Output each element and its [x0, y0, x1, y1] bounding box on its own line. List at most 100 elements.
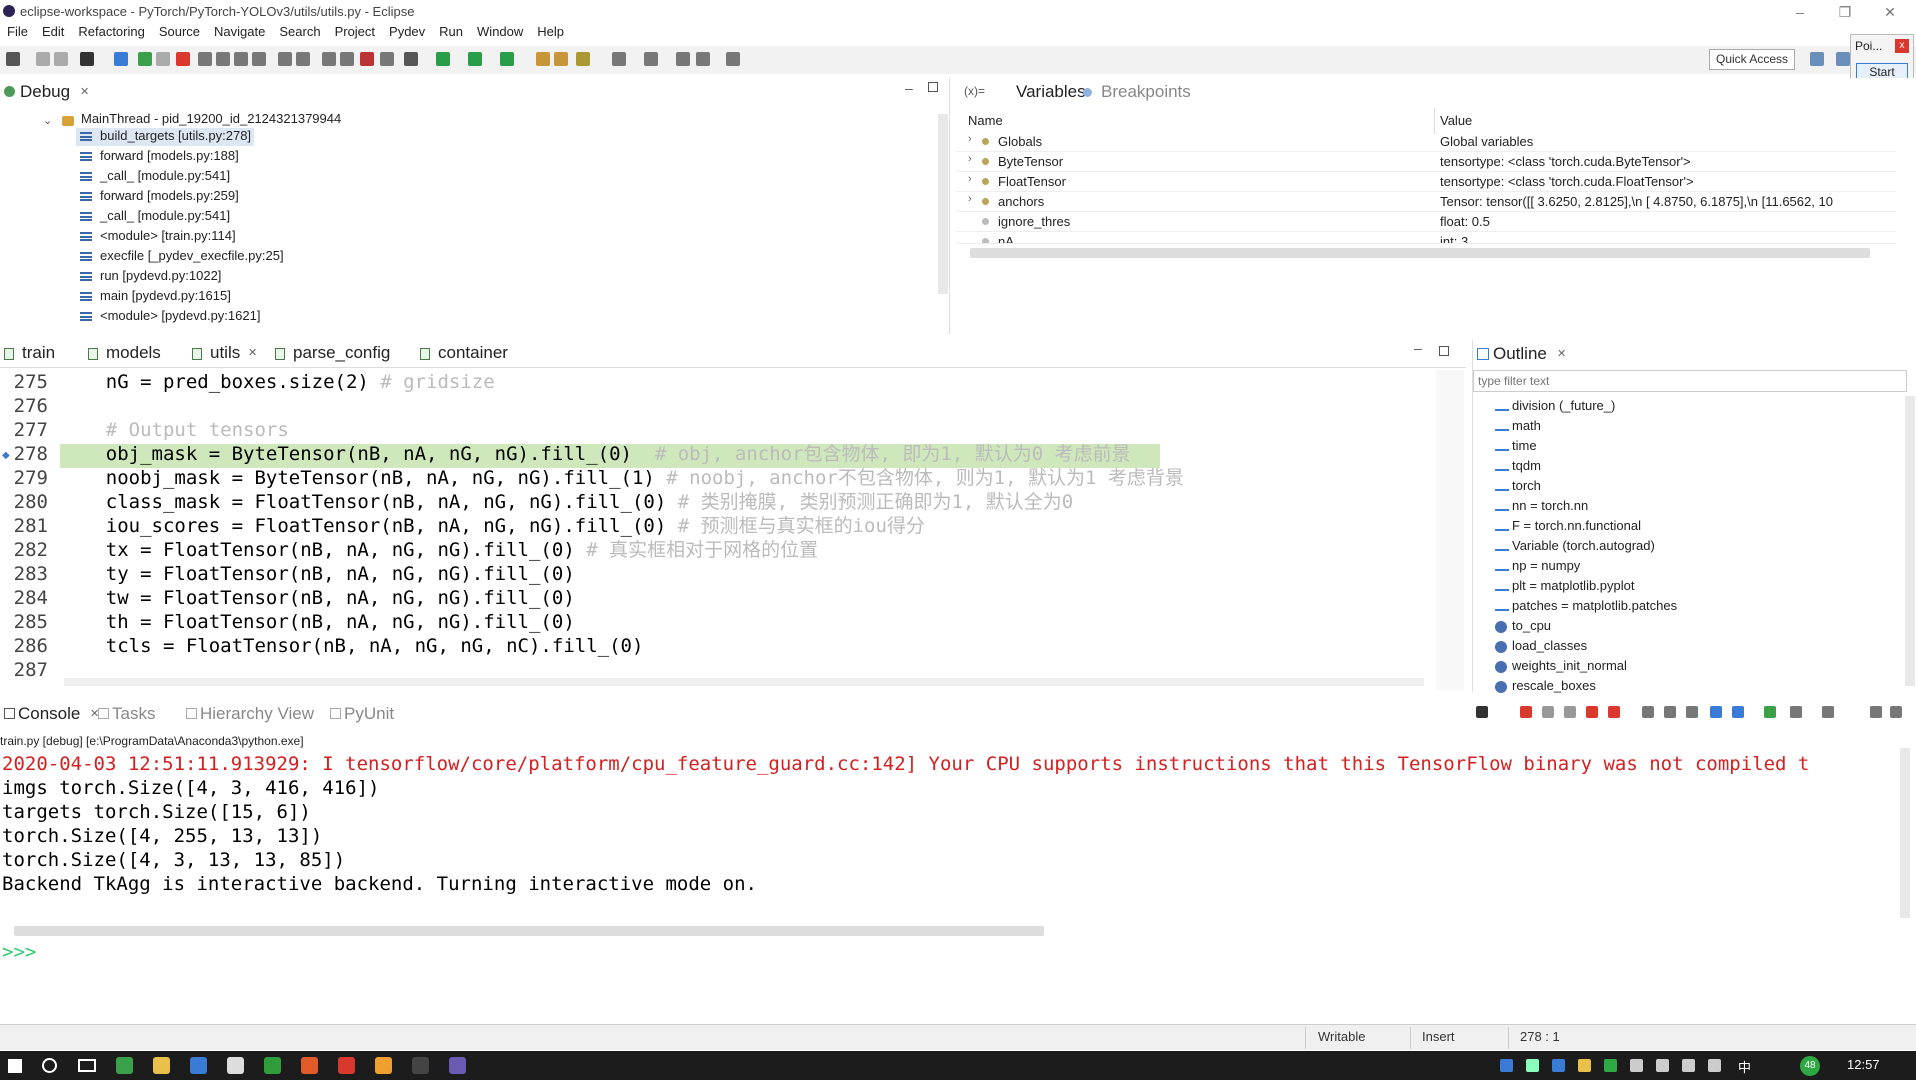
tray-icon[interactable]	[1708, 1059, 1721, 1072]
console-hscroll[interactable]	[14, 926, 1044, 936]
windows-start-icon[interactable]	[8, 1059, 22, 1073]
code-editor[interactable]: ◆ 275 nG = pred_boxes.size(2) # gridsize…	[0, 370, 1466, 692]
debug-tab-close-icon[interactable]: ✕	[80, 85, 89, 98]
outline-vscroll[interactable]	[1905, 396, 1915, 686]
breakpoint-icon[interactable]	[360, 52, 374, 66]
outline-item[interactable]: plt = matplotlib.pyplot	[1512, 578, 1634, 593]
taskbar-app-icon[interactable]	[190, 1057, 207, 1074]
popup-close-icon[interactable]: x	[1895, 39, 1909, 53]
stack-frame[interactable]: forward [models.py:259]	[100, 188, 239, 203]
col-value-header[interactable]: Value	[1440, 113, 1472, 128]
menu-window[interactable]: Window	[470, 22, 530, 39]
menu-project[interactable]: Project	[328, 22, 382, 39]
variable-row[interactable]: ignore_thres float: 0.5	[956, 212, 1896, 232]
console-tool-icon[interactable]	[1732, 706, 1744, 718]
expand-arrow-icon[interactable]: ›	[968, 133, 972, 145]
console-tool-icon[interactable]	[1764, 706, 1776, 718]
ime-indicator[interactable]: 中	[1738, 1057, 1751, 1076]
code-line[interactable]: tw = FloatTensor(nB, nA, nG, nG).fill_(0…	[60, 586, 575, 610]
taskbar-app-icon[interactable]	[116, 1057, 133, 1074]
editor-hscroll[interactable]	[64, 678, 1424, 686]
console-tool-icon[interactable]	[1822, 706, 1834, 718]
debug-run-icon[interactable]	[436, 52, 450, 66]
taskbar-app-icon[interactable]	[301, 1057, 318, 1074]
outline-item[interactable]: F = torch.nn.functional	[1512, 518, 1641, 533]
network-temp-badge[interactable]: 48	[1800, 1056, 1820, 1076]
back-icon[interactable]	[676, 52, 690, 66]
col-divider[interactable]	[1434, 108, 1435, 134]
variables-tab[interactable]: Variables	[1016, 82, 1086, 102]
menu-help[interactable]: Help	[530, 22, 571, 39]
expand-arrow-icon[interactable]: ›	[968, 193, 972, 205]
search-icon[interactable]	[380, 52, 394, 66]
last-edit-icon[interactable]	[644, 52, 658, 66]
forward-icon[interactable]	[696, 52, 710, 66]
outline-item[interactable]: nn = torch.nn	[1512, 498, 1588, 513]
tray-icon[interactable]	[1656, 1059, 1669, 1072]
save-icon[interactable]	[36, 52, 50, 66]
debug-minimize-icon[interactable]: –	[905, 80, 913, 96]
outline-item[interactable]: torch	[1512, 478, 1541, 493]
step-return-icon[interactable]	[252, 52, 266, 66]
stack-frame[interactable]: build_targets [utils.py:278]	[100, 128, 251, 143]
taskbar-app-icon[interactable]	[227, 1057, 244, 1074]
tray-icon[interactable]	[1604, 1059, 1617, 1072]
editor-tab-close-icon[interactable]: ✕	[248, 346, 257, 359]
variable-row[interactable]: › anchors Tensor: tensor([[ 3.6250, 2.8125…	[956, 192, 1896, 212]
prev-annotation-icon[interactable]	[612, 52, 626, 66]
editor-tab-container[interactable]: container	[438, 343, 508, 363]
code-line[interactable]: noobj_mask = ByteTensor(nB, nA, nG, nG).…	[60, 466, 1184, 490]
outline-item[interactable]: load_classes	[1512, 638, 1587, 653]
stack-frame[interactable]: <module> [train.py:114]	[100, 228, 236, 243]
step-over-icon[interactable]	[234, 52, 248, 66]
console-tool-icon[interactable]	[1564, 706, 1576, 718]
minimize-button[interactable]: –	[1787, 2, 1813, 22]
suspend-icon[interactable]	[156, 52, 170, 66]
console-tool-icon[interactable]	[1710, 706, 1722, 718]
step-into-icon[interactable]	[216, 52, 230, 66]
console-prompt[interactable]: >>>	[2, 940, 36, 964]
drop-frame-icon[interactable]	[278, 52, 292, 66]
quick-access-field[interactable]: Quick Access	[1709, 49, 1795, 70]
console-tool-icon[interactable]	[1686, 706, 1698, 718]
tray-icon[interactable]	[1552, 1059, 1565, 1072]
tray-icon[interactable]	[1630, 1059, 1643, 1072]
coverage-icon[interactable]	[500, 52, 514, 66]
restore-button[interactable]: ❐	[1832, 2, 1858, 22]
stack-frame[interactable]: run [pydevd.py:1022]	[100, 268, 221, 283]
disconnect-icon[interactable]	[198, 52, 212, 66]
menu-pydev[interactable]: Pydev	[382, 22, 432, 39]
console-tab-close-icon[interactable]: ✕	[90, 707, 99, 720]
outline-tab-close-icon[interactable]: ✕	[1557, 347, 1566, 360]
code-line[interactable]: obj_mask = ByteTensor(nB, nA, nG, nG).fi…	[60, 442, 1131, 466]
variable-row[interactable]: › Globals Global variables	[956, 132, 1896, 152]
console-vscroll[interactable]	[1900, 748, 1910, 918]
use-step-filters-icon[interactable]	[296, 52, 310, 66]
outline-filter-input[interactable]	[1473, 370, 1907, 392]
menu-navigate[interactable]: Navigate	[207, 22, 272, 39]
console-tab-hierarchy-view[interactable]: Hierarchy View	[200, 704, 314, 724]
taskbar-app-icon[interactable]	[338, 1057, 355, 1074]
console-tab-console[interactable]: Console	[18, 704, 80, 724]
tray-icon[interactable]	[1682, 1059, 1695, 1072]
editor-tab-models[interactable]: models	[106, 343, 161, 363]
console-tool-icon[interactable]	[1608, 706, 1620, 718]
code-line[interactable]: nG = pred_boxes.size(2) # gridsize	[60, 370, 495, 394]
menu-edit[interactable]: Edit	[35, 22, 71, 39]
stack-frame[interactable]: execfile [_pydev_execfile.py:25]	[100, 248, 284, 263]
stack-frame[interactable]: main [pydevd.py:1615]	[100, 288, 231, 303]
outline-item[interactable]: Variable (torch.autograd)	[1512, 538, 1655, 553]
code-line[interactable]: th = FloatTensor(nB, nA, nG, nG).fill_(0…	[60, 610, 575, 634]
menu-file[interactable]: File	[0, 22, 35, 39]
more-icon[interactable]	[726, 52, 740, 66]
open-type-icon[interactable]	[340, 52, 354, 66]
taskbar-app-icon[interactable]	[449, 1057, 466, 1074]
run-icon[interactable]	[468, 52, 482, 66]
menu-refactoring[interactable]: Refactoring	[71, 22, 151, 39]
console-tool-icon[interactable]	[1642, 706, 1654, 718]
main-thread-label[interactable]: MainThread - pid_19200_id_2124321379944	[81, 111, 341, 126]
pin-icon[interactable]	[404, 52, 418, 66]
overview-ruler[interactable]	[1436, 370, 1464, 690]
expand-arrow-icon[interactable]: ›	[968, 173, 972, 185]
open-file-icon[interactable]	[554, 52, 568, 66]
